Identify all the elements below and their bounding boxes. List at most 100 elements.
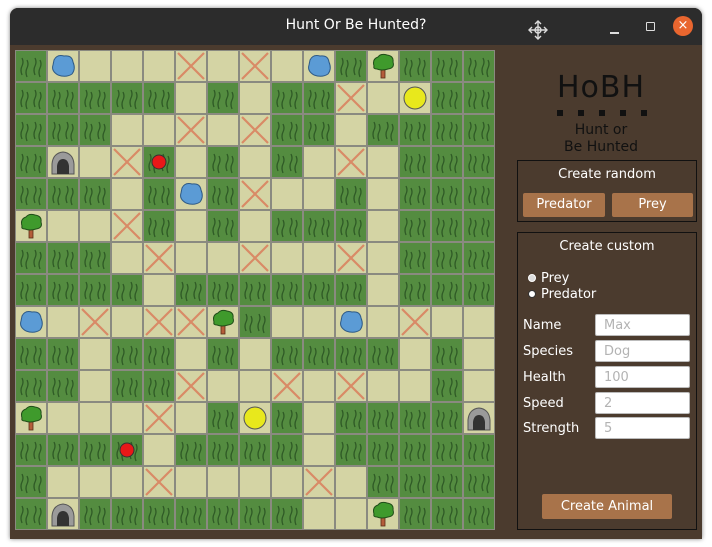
grass-tile[interactable]: [239, 498, 271, 530]
grass-tile[interactable]: [207, 434, 239, 466]
path-tile[interactable]: [271, 466, 303, 498]
grass-tile[interactable]: [431, 370, 463, 402]
grass-tile[interactable]: [271, 114, 303, 146]
grass-tile[interactable]: [431, 274, 463, 306]
blocked-path-tile[interactable]: [175, 114, 207, 146]
predator-tile[interactable]: [143, 146, 175, 178]
grass-tile[interactable]: [271, 210, 303, 242]
grass-tile[interactable]: [463, 466, 495, 498]
path-tile[interactable]: [111, 50, 143, 82]
grass-tile[interactable]: [79, 498, 111, 530]
path-tile[interactable]: [111, 466, 143, 498]
path-tile[interactable]: [47, 306, 79, 338]
random-prey-button[interactable]: Prey: [612, 193, 693, 217]
grass-tile[interactable]: [399, 466, 431, 498]
close-button[interactable]: ×: [673, 16, 693, 36]
path-tile[interactable]: [367, 82, 399, 114]
radio-prey[interactable]: Prey: [528, 271, 569, 286]
predator-tile[interactable]: [111, 434, 143, 466]
grass-tile[interactable]: [271, 402, 303, 434]
grass-tile[interactable]: [335, 274, 367, 306]
path-tile[interactable]: [111, 114, 143, 146]
grass-tile[interactable]: [271, 498, 303, 530]
blocked-path-tile[interactable]: [399, 306, 431, 338]
path-tile[interactable]: [335, 466, 367, 498]
grass-tile[interactable]: [463, 178, 495, 210]
speed-input[interactable]: 2: [595, 392, 690, 414]
path-tile[interactable]: [111, 402, 143, 434]
maximize-button[interactable]: [640, 16, 662, 38]
grass-tile[interactable]: [15, 466, 47, 498]
grass-tile[interactable]: [207, 498, 239, 530]
path-tile[interactable]: [271, 242, 303, 274]
path-tile[interactable]: [79, 466, 111, 498]
grass-tile[interactable]: [207, 274, 239, 306]
tree-tile[interactable]: [15, 210, 47, 242]
create-animal-button[interactable]: Create Animal: [542, 494, 672, 519]
blocked-path-tile[interactable]: [111, 146, 143, 178]
grass-tile[interactable]: [15, 114, 47, 146]
grass-tile[interactable]: [15, 498, 47, 530]
grass-tile[interactable]: [47, 338, 79, 370]
blocked-path-tile[interactable]: [143, 306, 175, 338]
grass-tile[interactable]: [111, 338, 143, 370]
grass-tile[interactable]: [207, 402, 239, 434]
path-tile[interactable]: [79, 338, 111, 370]
grass-tile[interactable]: [47, 274, 79, 306]
path-tile[interactable]: [47, 210, 79, 242]
grass-tile[interactable]: [175, 434, 207, 466]
path-tile[interactable]: [399, 370, 431, 402]
path-tile[interactable]: [367, 146, 399, 178]
grass-tile[interactable]: [47, 242, 79, 274]
grass-tile[interactable]: [399, 434, 431, 466]
path-tile[interactable]: [143, 114, 175, 146]
grass-tile[interactable]: [143, 178, 175, 210]
path-tile[interactable]: [271, 306, 303, 338]
path-tile[interactable]: [207, 114, 239, 146]
blocked-path-tile[interactable]: [79, 306, 111, 338]
grass-tile[interactable]: [463, 498, 495, 530]
blocked-path-tile[interactable]: [143, 242, 175, 274]
grass-tile[interactable]: [79, 242, 111, 274]
path-tile[interactable]: [367, 210, 399, 242]
path-tile[interactable]: [111, 242, 143, 274]
path-tile[interactable]: [207, 50, 239, 82]
grass-tile[interactable]: [47, 434, 79, 466]
prey-tile[interactable]: [399, 82, 431, 114]
grass-tile[interactable]: [399, 178, 431, 210]
path-tile[interactable]: [335, 114, 367, 146]
minimize-button[interactable]: [604, 16, 626, 38]
path-tile[interactable]: [47, 402, 79, 434]
path-tile[interactable]: [175, 242, 207, 274]
grass-tile[interactable]: [335, 434, 367, 466]
grass-tile[interactable]: [239, 306, 271, 338]
path-tile[interactable]: [207, 242, 239, 274]
grass-tile[interactable]: [111, 82, 143, 114]
grass-tile[interactable]: [79, 114, 111, 146]
cave-tile[interactable]: [47, 498, 79, 530]
tree-tile[interactable]: [15, 402, 47, 434]
grass-tile[interactable]: [431, 82, 463, 114]
grass-tile[interactable]: [47, 114, 79, 146]
path-tile[interactable]: [175, 146, 207, 178]
water-tile[interactable]: [175, 178, 207, 210]
grass-tile[interactable]: [79, 178, 111, 210]
grass-tile[interactable]: [367, 402, 399, 434]
grass-tile[interactable]: [303, 274, 335, 306]
grass-tile[interactable]: [303, 210, 335, 242]
grass-tile[interactable]: [399, 210, 431, 242]
tree-tile[interactable]: [367, 498, 399, 530]
blocked-path-tile[interactable]: [271, 370, 303, 402]
grass-tile[interactable]: [271, 82, 303, 114]
grass-tile[interactable]: [143, 210, 175, 242]
blocked-path-tile[interactable]: [143, 466, 175, 498]
grass-tile[interactable]: [143, 370, 175, 402]
path-tile[interactable]: [79, 402, 111, 434]
radio-predator[interactable]: Predator: [528, 287, 596, 302]
strength-input[interactable]: 5: [595, 417, 690, 439]
cave-tile[interactable]: [463, 402, 495, 434]
path-tile[interactable]: [303, 434, 335, 466]
grass-tile[interactable]: [431, 434, 463, 466]
radio-prey-indicator[interactable]: [528, 274, 536, 282]
grass-tile[interactable]: [143, 338, 175, 370]
